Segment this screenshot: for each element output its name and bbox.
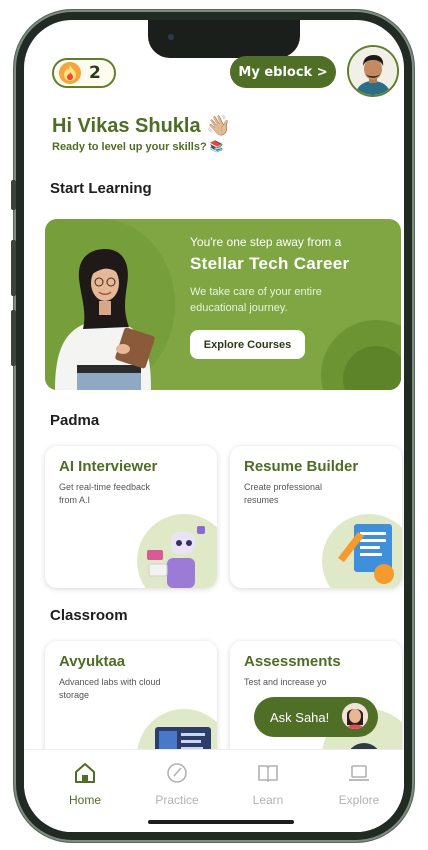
greeting-subtitle: Ready to level up your skills? 📚 <box>52 141 224 153</box>
banner-title: Stellar Tech Career <box>190 254 350 273</box>
notch <box>148 20 300 58</box>
app-screen: 2 My eblock > Hi Vikas Shukla 👋🏼 Ready t… <box>24 20 404 832</box>
phone-side-button <box>11 310 16 366</box>
banner-subtitle: You're one step away from a <box>190 235 342 249</box>
fire-icon <box>59 62 81 84</box>
nav-label-explore: Explore <box>338 793 380 807</box>
section-title-padma: Padma <box>50 412 100 429</box>
card-description: Get real-time feedback from A.I <box>59 482 151 505</box>
section-title-start-learning: Start Learning <box>50 180 152 197</box>
nav-item-explore[interactable]: Explore <box>324 762 394 807</box>
robot-icon <box>147 526 205 588</box>
card-title: Resume Builder <box>244 458 359 475</box>
card-title: Avyuktaa <box>59 653 126 670</box>
nav-item-practice[interactable]: Practice <box>142 762 212 807</box>
resume-builder-card[interactable]: Resume Builder Create professional resum… <box>230 446 402 588</box>
nav-label-practice: Practice <box>155 793 199 807</box>
promo-banner[interactable]: You're one step away from a Stellar Tech… <box>45 219 401 390</box>
explore-courses-button[interactable]: Explore Courses <box>190 330 305 359</box>
card-description: Create professional resumes <box>244 482 323 505</box>
greeting-title: Hi Vikas Shukla 👋🏼 <box>52 115 232 137</box>
laptop-icon <box>349 765 369 781</box>
home-indicator <box>148 820 294 824</box>
card-title: AI Interviewer <box>59 458 158 475</box>
resume-document-icon <box>338 524 394 584</box>
streak-badge[interactable]: 2 <box>52 58 116 88</box>
nav-item-learn[interactable]: Learn <box>233 762 303 807</box>
ask-saha-label: Ask Saha! <box>270 709 330 725</box>
ai-interviewer-card[interactable]: AI Interviewer Get real-time feedback fr… <box>45 446 217 588</box>
book-icon <box>258 765 278 783</box>
practice-icon <box>167 763 187 783</box>
nav-label-home: Home <box>68 793 101 807</box>
avatar[interactable] <box>347 45 399 97</box>
card-description: Test and increase yo <box>244 677 327 687</box>
banner-description: We take care of your entire educational … <box>190 286 322 314</box>
assistant-avatar <box>342 703 368 729</box>
card-title: Assessments <box>244 653 341 670</box>
phone-side-button <box>11 180 16 210</box>
bottom-navigation: Home Practice Learn Explore <box>24 749 404 832</box>
nav-label-learn: Learn <box>252 793 284 807</box>
home-icon <box>75 763 95 783</box>
section-title-classroom: Classroom <box>50 607 128 624</box>
woman-with-tablet-illustration <box>55 249 155 390</box>
my-eblock-button[interactable]: My eblock > <box>230 56 336 88</box>
card-description: Advanced labs with cloud storage <box>59 677 161 700</box>
nav-item-home[interactable]: Home <box>50 762 120 807</box>
ask-saha-button[interactable]: Ask Saha! <box>254 697 378 737</box>
phone-side-button <box>11 240 16 296</box>
streak-count: 2 <box>89 63 101 83</box>
